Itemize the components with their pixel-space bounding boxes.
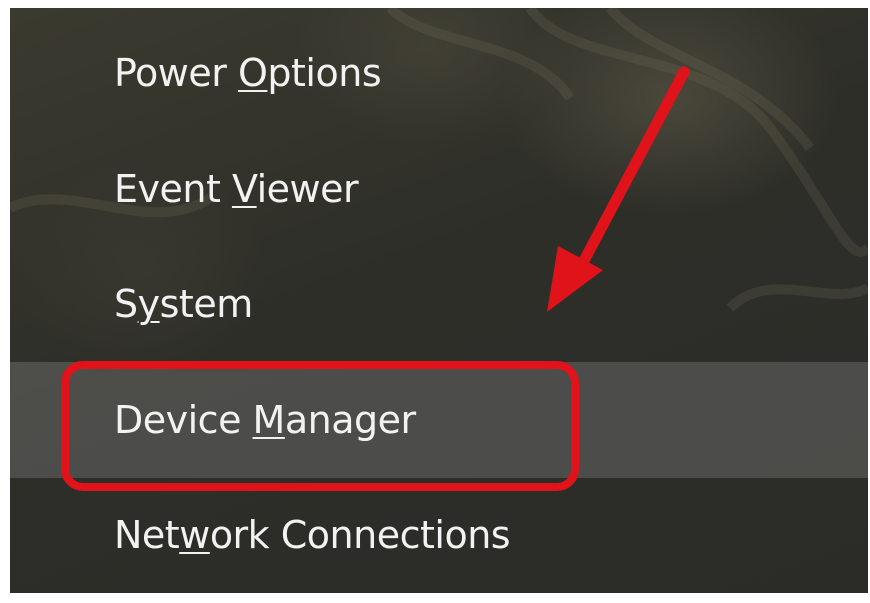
menu-item-power-options[interactable]: Power Options [10, 15, 868, 131]
menu-item-event-viewer[interactable]: Event Viewer [10, 131, 868, 247]
menu-item-system[interactable]: System [10, 246, 868, 362]
menu-item-label: Power Options [114, 51, 382, 95]
menu-item-label: Event Viewer [114, 167, 359, 211]
menu-item-label: Network Connections [114, 513, 511, 557]
menu-item-label: Device Manager [114, 398, 416, 442]
menu-item-device-manager[interactable]: Device Manager [10, 362, 868, 478]
menu-item-network-connections[interactable]: Network Connections [10, 477, 868, 593]
winx-context-menu: Power Options Event Viewer System Device… [10, 8, 868, 593]
menu-item-label: System [114, 282, 253, 326]
context-menu-screenshot: Power Options Event Viewer System Device… [10, 8, 868, 593]
